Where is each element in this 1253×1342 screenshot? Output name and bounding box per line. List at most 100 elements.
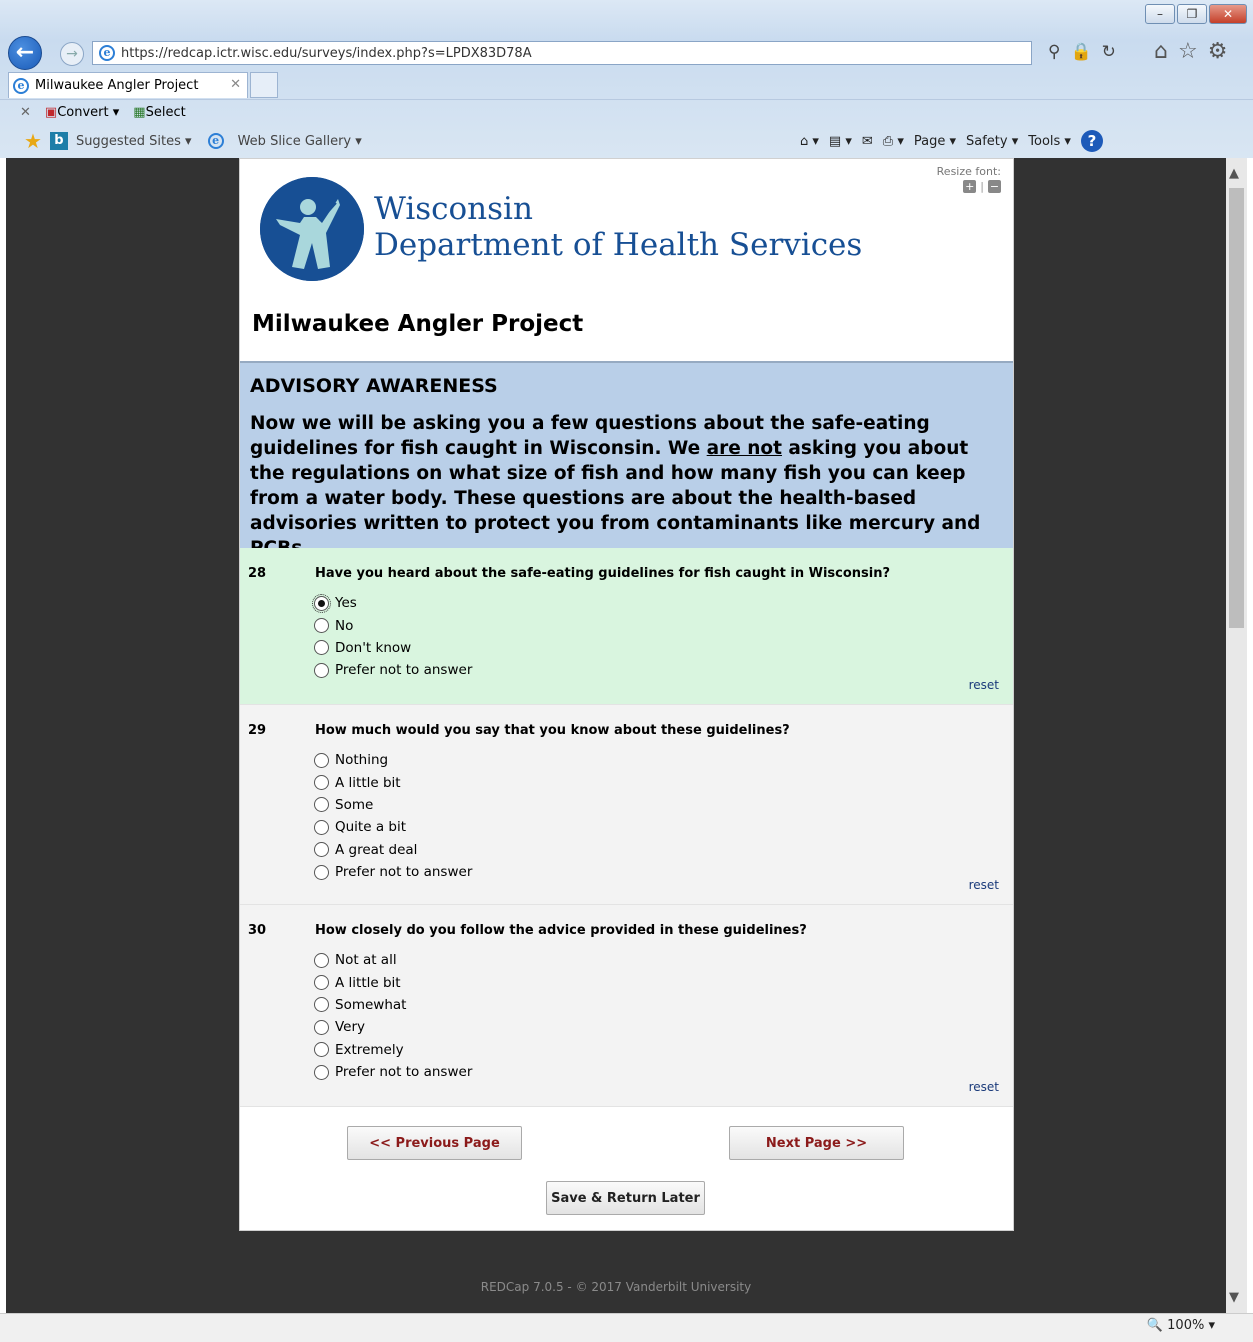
section-title: ADVISORY AWARENESS — [250, 375, 498, 397]
choice-very[interactable]: Very — [314, 1016, 472, 1038]
close-toolbar-icon[interactable]: ✕ — [20, 105, 31, 120]
favorites-icon[interactable]: ★ — [24, 129, 42, 153]
refresh-icon[interactable]: ↻ — [1102, 42, 1116, 62]
choice-a-great-deal[interactable]: A great deal — [314, 839, 472, 861]
choice-label: No — [335, 617, 354, 634]
radio-button[interactable] — [314, 1042, 329, 1058]
reset-link[interactable]: reset — [969, 678, 999, 692]
page-menu[interactable]: Page ▾ — [914, 134, 956, 149]
reset-link[interactable]: reset — [969, 1080, 999, 1094]
radio-button[interactable] — [314, 975, 329, 991]
radio-button[interactable] — [314, 819, 329, 835]
search-icon[interactable]: ⚲ — [1048, 42, 1060, 62]
convert-button[interactable]: ▣Convert ▾ — [45, 105, 119, 120]
choice-no[interactable]: No — [314, 614, 472, 636]
bing-icon: b — [49, 132, 68, 150]
choice-list: Yes No Don't know Prefer not to answer — [312, 592, 472, 682]
address-tools: ⚲ 🔒 ↻ — [1048, 42, 1116, 62]
survey-container: Wisconsin Department of Health Services … — [239, 158, 1014, 1231]
choice-label: Don't know — [335, 639, 412, 656]
radio-button[interactable] — [314, 1019, 329, 1035]
select-button[interactable]: ▦Select — [133, 105, 185, 120]
new-tab-button[interactable] — [250, 72, 278, 98]
scrollbar[interactable]: ▲ ▼ — [1226, 158, 1247, 1313]
radio-button[interactable] — [314, 797, 329, 813]
choice-prefer-not[interactable]: Prefer not to answer — [314, 659, 472, 681]
reset-link[interactable]: reset — [969, 878, 999, 892]
mail-icon[interactable]: ✉ — [862, 134, 873, 149]
font-decrease-icon[interactable]: − — [988, 180, 1001, 193]
scroll-thumb[interactable] — [1229, 188, 1244, 628]
footer-text: REDCap 7.0.5 - © 2017 Vanderbilt Univers… — [480, 1280, 752, 1294]
radio-button[interactable] — [314, 864, 329, 880]
save-return-later-button[interactable]: Save & Return Later — [546, 1181, 705, 1215]
choice-nothing[interactable]: Nothing — [314, 749, 472, 771]
help-icon[interactable]: ? — [1080, 130, 1103, 152]
address-bar[interactable]: e https://redcap.ictr.wisc.edu/surveys/i… — [92, 41, 1032, 65]
choice-yes[interactable]: Yes — [312, 592, 472, 614]
feeds-icon[interactable]: ▤ ▾ — [829, 134, 852, 149]
gear-icon[interactable]: ⚙ — [1208, 39, 1228, 64]
radio-button[interactable] — [314, 1064, 329, 1080]
suggested-sites-link[interactable]: Suggested Sites ▾ — [76, 134, 192, 149]
radio-button[interactable] — [312, 593, 331, 613]
choice-label: Extremely — [335, 1041, 404, 1058]
forward-button[interactable]: → — [60, 42, 84, 66]
choice-label: Not at all — [335, 952, 397, 969]
section-text-emphasis: are not — [706, 438, 782, 459]
choice-quite-a-bit[interactable]: Quite a bit — [314, 816, 472, 838]
previous-page-button[interactable]: << Previous Page — [347, 1126, 522, 1160]
font-increase-icon[interactable]: + — [963, 180, 977, 193]
choice-dont-know[interactable]: Don't know — [314, 637, 472, 659]
choice-label: Somewhat — [335, 996, 407, 1013]
lock-icon[interactable]: 🔒 — [1070, 42, 1091, 62]
dhs-logo — [260, 177, 364, 281]
resize-font: Resize font: + | − — [937, 165, 1001, 193]
tools-menu[interactable]: Tools ▾ — [1028, 134, 1071, 149]
address-row: ← → e https://redcap.ictr.wisc.edu/surve… — [8, 36, 1248, 70]
choice-a-little-bit[interactable]: A little bit — [314, 771, 472, 793]
radio-button[interactable] — [314, 842, 329, 858]
radio-button[interactable] — [314, 640, 329, 656]
radio-button[interactable] — [314, 997, 329, 1013]
web-slice-link[interactable]: Web Slice Gallery ▾ — [238, 134, 362, 149]
home-icon[interactable]: ⌂ — [1154, 39, 1168, 64]
choice-prefer-not[interactable]: Prefer not to answer — [314, 861, 472, 883]
minimize-button[interactable]: – — [1145, 4, 1175, 24]
close-window-button[interactable]: ✕ — [1209, 4, 1247, 24]
zoom-control[interactable]: 🔍 100% ▾ — [1147, 1318, 1215, 1333]
zoom-icon: 🔍 — [1146, 1318, 1164, 1333]
tab-close-icon[interactable]: ✕ — [230, 77, 241, 92]
choice-not-at-all[interactable]: Not at all — [314, 949, 472, 971]
zoom-level: 100% — [1167, 1318, 1205, 1333]
scroll-up-icon[interactable]: ▲ — [1229, 166, 1239, 181]
logo-area: Wisconsin Department of Health Services … — [240, 159, 1013, 289]
choice-prefer-not[interactable]: Prefer not to answer — [314, 1061, 472, 1083]
radio-button[interactable] — [314, 618, 329, 634]
radio-button[interactable] — [314, 752, 329, 768]
choice-label: A little bit — [335, 774, 401, 791]
radio-button[interactable] — [314, 952, 329, 968]
scroll-down-icon[interactable]: ▼ — [1229, 1290, 1239, 1305]
restore-button[interactable]: ❐ — [1177, 4, 1207, 24]
print-icon[interactable]: ⎙ ▾ — [883, 134, 904, 149]
browser-chrome: – ❐ ✕ ← → e https://redcap.ictr.wisc.edu… — [0, 0, 1253, 158]
question-number: 29 — [248, 723, 267, 738]
back-button[interactable]: ← — [8, 36, 42, 70]
pdf-icon: ▣ — [44, 105, 58, 120]
nav-icons: ⌂ ☆ ⚙ — [1154, 39, 1227, 64]
radio-button[interactable] — [314, 662, 329, 678]
choice-extremely[interactable]: Extremely — [314, 1039, 472, 1061]
choice-somewhat[interactable]: Somewhat — [314, 994, 472, 1016]
safety-menu[interactable]: Safety ▾ — [966, 134, 1018, 149]
home-icon[interactable]: ⌂ ▾ — [800, 134, 819, 149]
question-30: 30 How closely do you follow the advice … — [240, 905, 1013, 1107]
next-page-button[interactable]: Next Page >> — [729, 1126, 904, 1160]
choice-label: A little bit — [335, 974, 401, 991]
tab-active[interactable]: e Milwaukee Angler Project ✕ — [8, 72, 248, 98]
survey-title: Milwaukee Angler Project — [252, 311, 584, 337]
choice-some[interactable]: Some — [314, 794, 472, 816]
radio-button[interactable] — [314, 775, 329, 791]
favorites-star-icon[interactable]: ☆ — [1178, 39, 1198, 64]
choice-a-little-bit[interactable]: A little bit — [314, 971, 472, 993]
